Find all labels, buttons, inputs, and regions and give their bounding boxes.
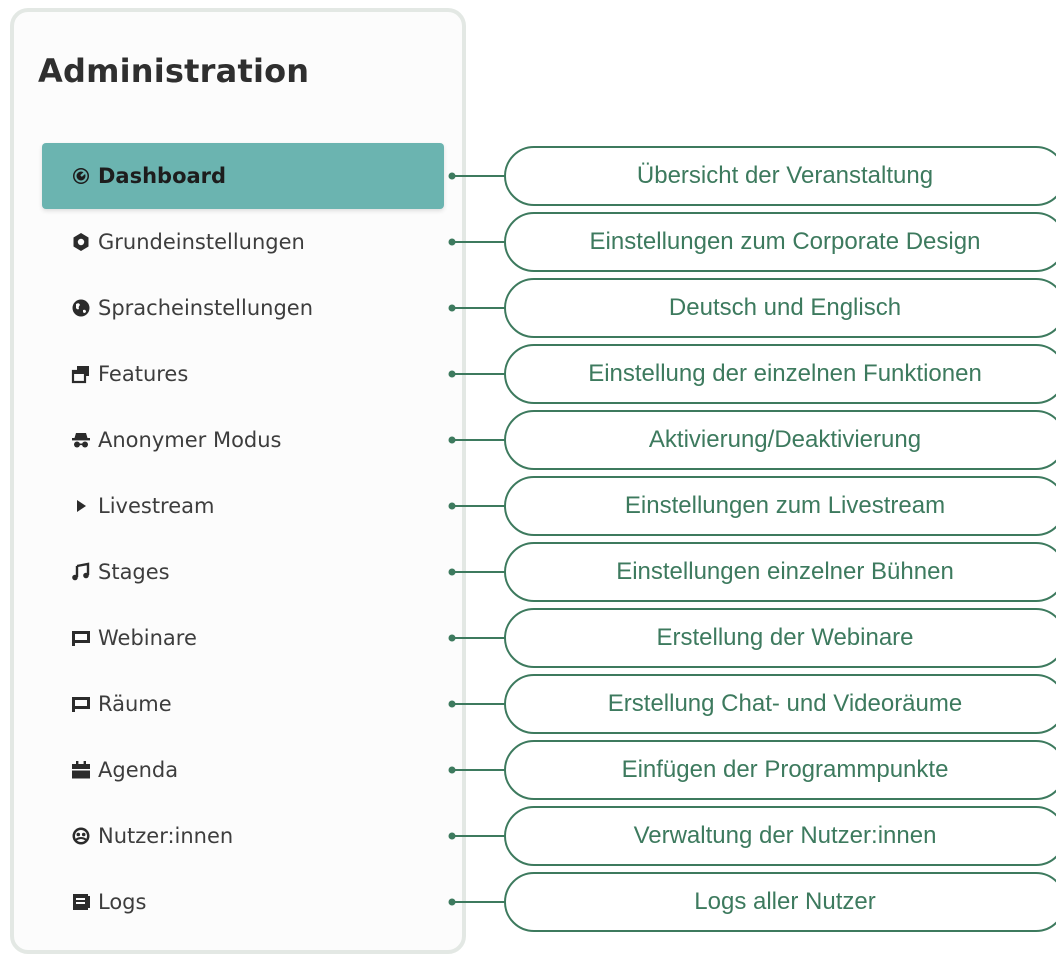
callout-connector xyxy=(446,698,508,710)
callout-connector xyxy=(446,302,508,314)
callout-connector xyxy=(446,896,508,908)
menu-item-dashboard[interactable]: Dashboard xyxy=(42,143,444,209)
windows-icon xyxy=(70,363,92,385)
menu-item-label: Spracheinstellungen xyxy=(98,296,314,320)
menu-item-anonymer-modus[interactable]: Anonymer Modus xyxy=(42,407,444,473)
incognito-icon xyxy=(70,429,92,451)
presentation-screen-icon xyxy=(70,627,92,649)
menu-item-label: Anonymer Modus xyxy=(98,428,282,452)
callout-livestream: Einstellungen zum Livestream xyxy=(504,476,1056,536)
menu-item-label: Agenda xyxy=(98,758,179,782)
globe-icon xyxy=(70,297,92,319)
callout-spracheinstellungen: Deutsch und Englisch xyxy=(504,278,1056,338)
gear-icon xyxy=(70,231,92,253)
menu-item-logs[interactable]: Logs xyxy=(42,869,444,935)
menu-item-webinare[interactable]: Webinare xyxy=(42,605,444,671)
callout-grundeinstellungen: Einstellungen zum Corporate Design xyxy=(504,212,1056,272)
menu-item-agenda[interactable]: Agenda xyxy=(42,737,444,803)
callout-connector xyxy=(446,632,508,644)
callout-stages: Einstellungen einzelner Bühnen xyxy=(504,542,1056,602)
callout-connector xyxy=(446,368,508,380)
menu-item-livestream[interactable]: Livestream xyxy=(42,473,444,539)
callout-connector xyxy=(446,830,508,842)
admin-sidebar-panel: Administration Dashboard Grundeinstellun… xyxy=(10,8,466,954)
menu-item-stages[interactable]: Stages xyxy=(42,539,444,605)
calendar-icon xyxy=(70,759,92,781)
callout-webinare: Erstellung der Webinare xyxy=(504,608,1056,668)
menu-item-label: Nutzer:innen xyxy=(98,824,234,848)
presentation-screen-icon xyxy=(70,693,92,715)
callout-anonymer-modus: Aktivierung/Deaktivierung xyxy=(504,410,1056,470)
menu-item-label: Stages xyxy=(98,560,170,584)
admin-menu: Dashboard Grundeinstellungen Spracheinst… xyxy=(14,12,462,950)
menu-item-spracheinstellungen[interactable]: Spracheinstellungen xyxy=(42,275,444,341)
menu-item-grundeinstellungen[interactable]: Grundeinstellungen xyxy=(42,209,444,275)
callout-connector xyxy=(446,500,508,512)
music-note-icon xyxy=(70,561,92,583)
menu-item-features[interactable]: Features xyxy=(42,341,444,407)
menu-item-label: Features xyxy=(98,362,189,386)
callout-connector xyxy=(446,170,508,182)
menu-item-label: Dashboard xyxy=(98,164,227,188)
play-icon xyxy=(70,495,92,517)
menu-item-raeume[interactable]: Räume xyxy=(42,671,444,737)
dashboard-gauge-icon xyxy=(70,165,92,187)
menu-item-nutzerinnen[interactable]: Nutzer:innen xyxy=(42,803,444,869)
log-book-icon xyxy=(70,891,92,913)
callout-nutzerinnen: Verwaltung der Nutzer:innen xyxy=(504,806,1056,866)
callout-agenda: Einfügen der Programmpunkte xyxy=(504,740,1056,800)
callout-connector xyxy=(446,236,508,248)
menu-item-label: Räume xyxy=(98,692,172,716)
menu-item-label: Livestream xyxy=(98,494,215,518)
menu-item-label: Grundeinstellungen xyxy=(98,230,305,254)
callout-logs: Logs aller Nutzer xyxy=(504,872,1056,932)
callout-raeume: Erstellung Chat- und Videoräume xyxy=(504,674,1056,734)
menu-item-label: Logs xyxy=(98,890,147,914)
callout-connector xyxy=(446,434,508,446)
menu-item-label: Webinare xyxy=(98,626,197,650)
callout-connector xyxy=(446,566,508,578)
callout-connector xyxy=(446,764,508,776)
callout-features: Einstellung der einzelnen Funktionen xyxy=(504,344,1056,404)
users-circle-icon xyxy=(70,825,92,847)
callout-dashboard: Übersicht der Veranstaltung xyxy=(504,146,1056,206)
